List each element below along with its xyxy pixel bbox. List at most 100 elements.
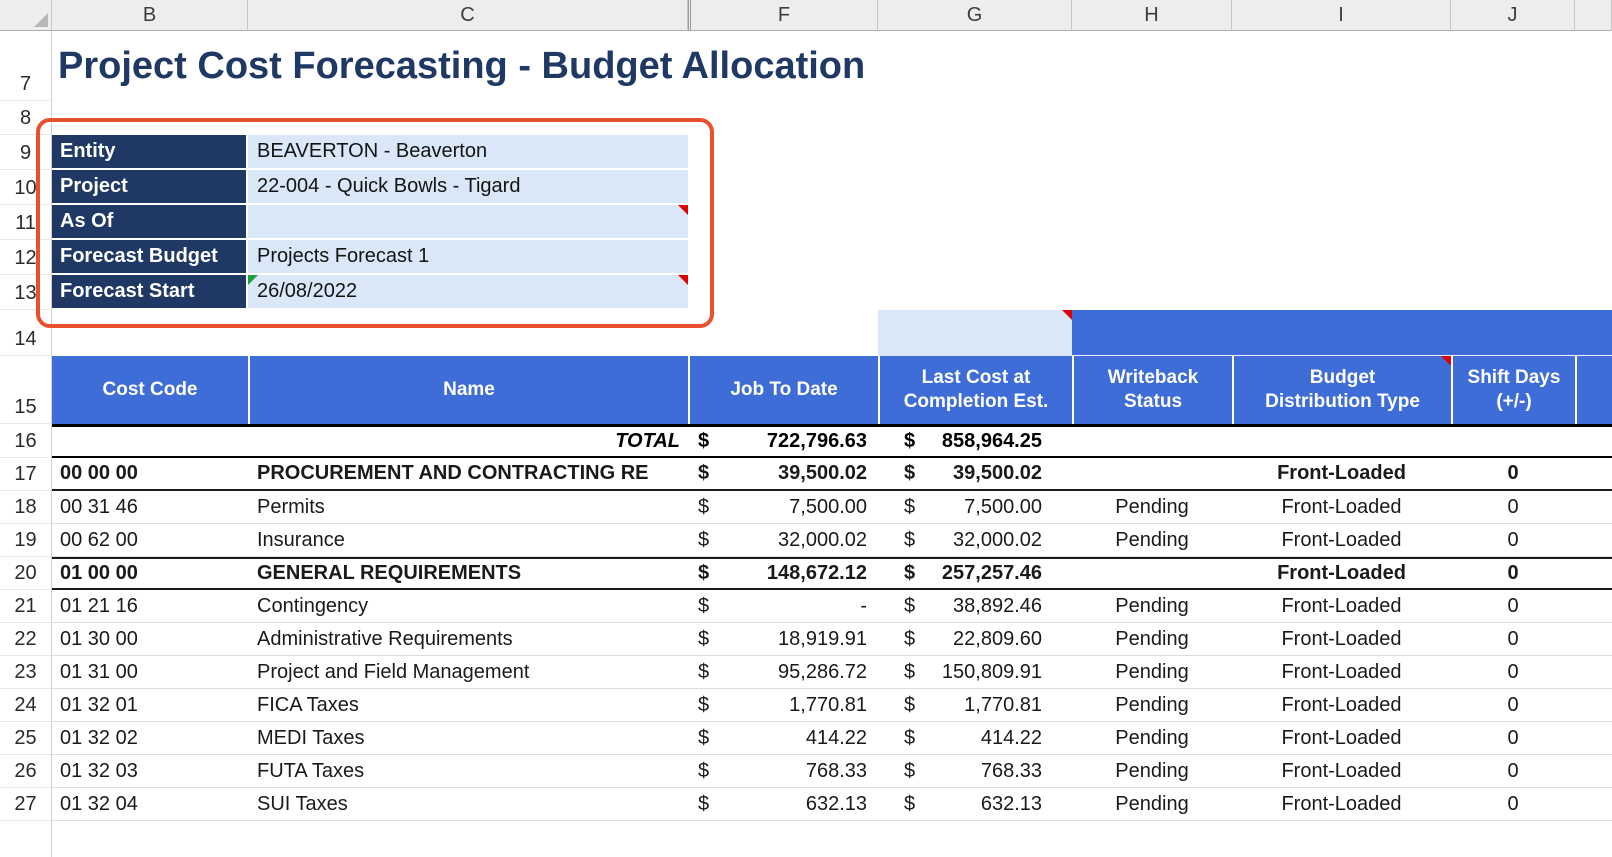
cell-cost-code[interactable]: 00 62 00 bbox=[52, 524, 248, 556]
empty-cell[interactable] bbox=[248, 310, 688, 356]
cell-name[interactable]: Permits bbox=[248, 491, 688, 523]
cell-name[interactable]: MEDI Taxes bbox=[248, 722, 688, 754]
cell-job-to-date[interactable]: $1,770.81 bbox=[688, 689, 878, 721]
page-title[interactable]: Project Cost Forecasting - Budget Alloca… bbox=[52, 31, 865, 101]
cell-last-cost[interactable]: $39,500.02 bbox=[878, 458, 1072, 489]
row-number-14[interactable]: 14 bbox=[0, 310, 52, 356]
column-header-H[interactable]: H bbox=[1072, 0, 1232, 31]
cell-distribution-type[interactable]: Front-Loaded bbox=[1232, 559, 1451, 588]
cell-writeback-status[interactable]: Pending bbox=[1072, 722, 1232, 754]
cell-cost-code[interactable]: 01 30 00 bbox=[52, 623, 248, 655]
cell-shift-days[interactable]: 0 bbox=[1451, 656, 1575, 688]
cell-job-to-date[interactable]: $7,500.00 bbox=[688, 491, 878, 523]
cell-name[interactable]: Project and Field Management bbox=[248, 656, 688, 688]
cell-last-cost[interactable]: $414.22 bbox=[878, 722, 1072, 754]
row-number-8[interactable]: 8 bbox=[0, 101, 52, 135]
column-header-B[interactable]: B bbox=[52, 0, 248, 31]
row-number-24[interactable]: 24 bbox=[0, 689, 52, 722]
cell-writeback-status[interactable]: Pending bbox=[1072, 755, 1232, 787]
cell-cost-code[interactable]: 00 31 46 bbox=[52, 491, 248, 523]
cell-writeback-status[interactable] bbox=[1072, 458, 1232, 489]
row-number-27[interactable]: 27 bbox=[0, 788, 52, 821]
blue-band-cell[interactable] bbox=[1072, 310, 1612, 356]
total-last-cost[interactable]: $858,964.25 bbox=[878, 427, 1072, 456]
table-header-job-to-date[interactable]: Job To Date bbox=[688, 356, 878, 424]
cell-job-to-date[interactable]: $414.22 bbox=[688, 722, 878, 754]
form-value-entity[interactable]: BEAVERTON - Beaverton bbox=[248, 135, 688, 170]
cell-distribution-type[interactable]: Front-Loaded bbox=[1232, 656, 1451, 688]
row-number-21[interactable]: 21 bbox=[0, 590, 52, 623]
cell-distribution-type[interactable]: Front-Loaded bbox=[1232, 590, 1451, 622]
cell-name[interactable]: Contingency bbox=[248, 590, 688, 622]
cell-cost-code[interactable]: 01 32 03 bbox=[52, 755, 248, 787]
cell-job-to-date[interactable]: $18,919.91 bbox=[688, 623, 878, 655]
empty-cell[interactable] bbox=[1232, 427, 1451, 456]
empty-cell[interactable] bbox=[688, 310, 878, 356]
table-header-shift-days[interactable]: Shift Days(+/-) bbox=[1451, 356, 1575, 424]
cell-name[interactable]: FICA Taxes bbox=[248, 689, 688, 721]
cell-last-cost[interactable]: $38,892.46 bbox=[878, 590, 1072, 622]
cell-last-cost[interactable]: $22,809.60 bbox=[878, 623, 1072, 655]
cell-distribution-type[interactable]: Front-Loaded bbox=[1232, 623, 1451, 655]
row-number-11[interactable]: 11 bbox=[0, 205, 52, 240]
row-number-10[interactable]: 10 bbox=[0, 170, 52, 205]
cell-distribution-type[interactable]: Front-Loaded bbox=[1232, 755, 1451, 787]
row-number-23[interactable]: 23 bbox=[0, 656, 52, 689]
form-value-forecast-start[interactable]: 26/08/2022 bbox=[248, 275, 688, 310]
cell-shift-days[interactable]: 0 bbox=[1451, 491, 1575, 523]
row-number-22[interactable]: 22 bbox=[0, 623, 52, 656]
empty-cell[interactable] bbox=[52, 427, 248, 456]
cell-name[interactable]: Administrative Requirements bbox=[248, 623, 688, 655]
pale-band-cell[interactable] bbox=[878, 310, 1072, 356]
total-job-to-date[interactable]: $722,796.63 bbox=[688, 427, 878, 456]
cell-job-to-date[interactable]: $768.33 bbox=[688, 755, 878, 787]
cell-name[interactable]: FUTA Taxes bbox=[248, 755, 688, 787]
cell-distribution-type[interactable]: Front-Loaded bbox=[1232, 491, 1451, 523]
cell-last-cost[interactable]: $632.13 bbox=[878, 788, 1072, 820]
cell-cost-code[interactable]: 01 00 00 bbox=[52, 559, 248, 588]
row-number-18[interactable]: 18 bbox=[0, 491, 52, 524]
total-label[interactable]: TOTAL bbox=[248, 427, 688, 456]
row-number-20[interactable]: 20 bbox=[0, 557, 52, 590]
cell-shift-days[interactable]: 0 bbox=[1451, 590, 1575, 622]
cell-distribution-type[interactable]: Front-Loaded bbox=[1232, 458, 1451, 489]
cell-shift-days[interactable]: 0 bbox=[1451, 559, 1575, 588]
table-header-name[interactable]: Name bbox=[248, 356, 688, 424]
cell-distribution-type[interactable]: Front-Loaded bbox=[1232, 788, 1451, 820]
cell-cost-code[interactable]: 01 31 00 bbox=[52, 656, 248, 688]
cell-writeback-status[interactable]: Pending bbox=[1072, 491, 1232, 523]
empty-cell[interactable] bbox=[52, 310, 248, 356]
cell-distribution-type[interactable]: Front-Loaded bbox=[1232, 524, 1451, 556]
row-number-28[interactable] bbox=[0, 821, 52, 857]
cell-writeback-status[interactable]: Pending bbox=[1072, 623, 1232, 655]
cell-name[interactable]: Insurance bbox=[248, 524, 688, 556]
row-number-13[interactable]: 13 bbox=[0, 275, 52, 310]
column-header-G[interactable]: G bbox=[878, 0, 1072, 31]
cell-distribution-type[interactable]: Front-Loaded bbox=[1232, 722, 1451, 754]
form-value-as-of[interactable] bbox=[248, 205, 688, 240]
row-number-25[interactable]: 25 bbox=[0, 722, 52, 755]
cell-cost-code[interactable]: 01 32 02 bbox=[52, 722, 248, 754]
column-header-J[interactable]: J bbox=[1451, 0, 1575, 31]
cell-cost-code[interactable]: 01 32 01 bbox=[52, 689, 248, 721]
row-number-12[interactable]: 12 bbox=[0, 240, 52, 275]
cell-name[interactable]: SUI Taxes bbox=[248, 788, 688, 820]
row-number-26[interactable]: 26 bbox=[0, 755, 52, 788]
cell-name[interactable]: GENERAL REQUIREMENTS bbox=[248, 559, 688, 588]
cell-last-cost[interactable]: $1,770.81 bbox=[878, 689, 1072, 721]
table-header-cost-code[interactable]: Cost Code bbox=[52, 356, 248, 424]
cell-last-cost[interactable]: $150,809.91 bbox=[878, 656, 1072, 688]
cell-writeback-status[interactable]: Pending bbox=[1072, 656, 1232, 688]
column-header-F[interactable]: F bbox=[688, 0, 878, 31]
cell-writeback-status[interactable]: Pending bbox=[1072, 689, 1232, 721]
column-header-I[interactable]: I bbox=[1232, 0, 1451, 31]
cell-shift-days[interactable]: 0 bbox=[1451, 722, 1575, 754]
form-value-project[interactable]: 22-004 - Quick Bowls - Tigard bbox=[248, 170, 688, 205]
cell-last-cost[interactable]: $7,500.00 bbox=[878, 491, 1072, 523]
table-header-budget-distribution[interactable]: BudgetDistribution Type bbox=[1232, 356, 1451, 424]
empty-cell[interactable] bbox=[1072, 427, 1232, 456]
cell-name[interactable]: PROCUREMENT AND CONTRACTING RE bbox=[248, 458, 688, 489]
row-number-19[interactable]: 19 bbox=[0, 524, 52, 557]
cell-cost-code[interactable]: 00 00 00 bbox=[52, 458, 248, 489]
cell-shift-days[interactable]: 0 bbox=[1451, 623, 1575, 655]
